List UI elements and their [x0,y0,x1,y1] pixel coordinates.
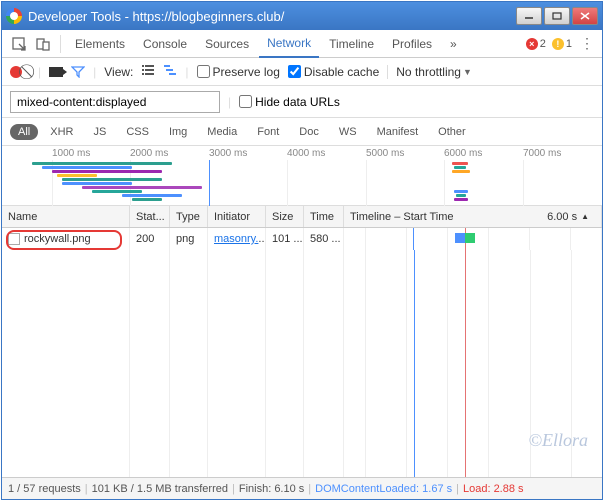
window-title: Developer Tools - https://blogbeginners.… [28,9,284,24]
status-bar: 1 / 57 requests| 101 KB / 1.5 MB transfe… [2,477,602,499]
request-table: rockywall.png 200 png masonry... 101 ...… [2,228,602,477]
tab-network[interactable]: Network [259,30,319,58]
inspect-icon[interactable] [8,34,30,54]
filter-bar: | Hide data URLs [2,86,602,118]
timeline-overview[interactable]: 1000 ms 2000 ms 3000 ms 4000 ms 5000 ms … [2,146,602,206]
close-button[interactable] [572,7,598,25]
panel-tabs: Elements Console Sources Network Timelin… [2,30,602,58]
filter-css[interactable]: CSS [118,124,157,140]
sort-asc-icon: ▲ [581,212,589,221]
filter-xhr[interactable]: XHR [42,124,81,140]
col-initiator: Initiator [208,206,266,227]
tab-sources[interactable]: Sources [197,31,257,57]
chevron-down-icon: ▼ [463,67,472,77]
warning-count[interactable]: !1 [552,38,572,50]
col-name: Name [2,206,130,227]
table-row[interactable]: rockywall.png 200 png masonry... 101 ...… [2,228,602,250]
filter-all[interactable]: All [10,124,38,140]
menu-icon[interactable]: ⋮ [578,35,596,52]
col-time: Time [304,206,344,227]
disable-cache-checkbox[interactable]: Disable cache [288,65,379,79]
view-label: View: [104,65,133,79]
filter-manifest[interactable]: Manifest [369,124,427,140]
filter-input[interactable] [10,91,220,113]
filter-font[interactable]: Font [249,124,287,140]
view-waterfall-icon[interactable] [163,64,177,79]
network-toolbar: ⃠ | | View: | Preserve log Disable cache… [2,58,602,86]
status-transferred: 101 KB / 1.5 MB transferred [92,483,228,495]
filter-other[interactable]: Other [430,124,474,140]
throttling-select[interactable]: No throttling▼ [387,65,472,79]
titlebar: Developer Tools - https://blogbeginners.… [2,2,602,30]
col-type: Type [170,206,208,227]
col-status: Stat... [130,206,170,227]
filter-js[interactable]: JS [85,124,114,140]
tabs-overflow[interactable]: » [442,31,465,57]
col-timeline: Timeline – Start Time 6.00 s▲ [344,206,602,227]
tab-elements[interactable]: Elements [67,31,133,57]
preserve-log-checkbox[interactable]: Preserve log [197,65,280,79]
type-filters: All XHR JS CSS Img Media Font Doc WS Man… [2,118,602,146]
chrome-icon [6,8,22,24]
table-header[interactable]: Name Stat... Type Initiator Size Time Ti… [2,206,602,228]
col-size: Size [266,206,304,227]
filter-icon[interactable] [71,66,85,78]
minimize-button[interactable] [516,7,542,25]
status-finish: Finish: 6.10 s [239,483,304,495]
devtools-window: Developer Tools - https://blogbeginners.… [1,1,603,500]
tab-profiles[interactable]: Profiles [384,31,440,57]
tab-console[interactable]: Console [135,31,195,57]
error-count[interactable]: ×2 [526,38,546,50]
status-requests: 1 / 57 requests [8,483,81,495]
tab-timeline[interactable]: Timeline [321,31,382,57]
view-large-icon[interactable] [141,64,155,79]
record-button[interactable] [10,66,22,78]
status-dcl: DOMContentLoaded: 1.67 s [315,483,452,495]
filter-img[interactable]: Img [161,124,195,140]
filter-ws[interactable]: WS [331,124,365,140]
file-icon [8,233,20,245]
status-load: Load: 2.88 s [463,483,524,495]
hide-data-urls-checkbox[interactable]: Hide data URLs [239,95,340,109]
filter-media[interactable]: Media [199,124,245,140]
capture-screenshots-icon[interactable] [49,67,63,77]
device-mode-icon[interactable] [32,34,54,54]
maximize-button[interactable] [544,7,570,25]
filter-doc[interactable]: Doc [291,124,327,140]
